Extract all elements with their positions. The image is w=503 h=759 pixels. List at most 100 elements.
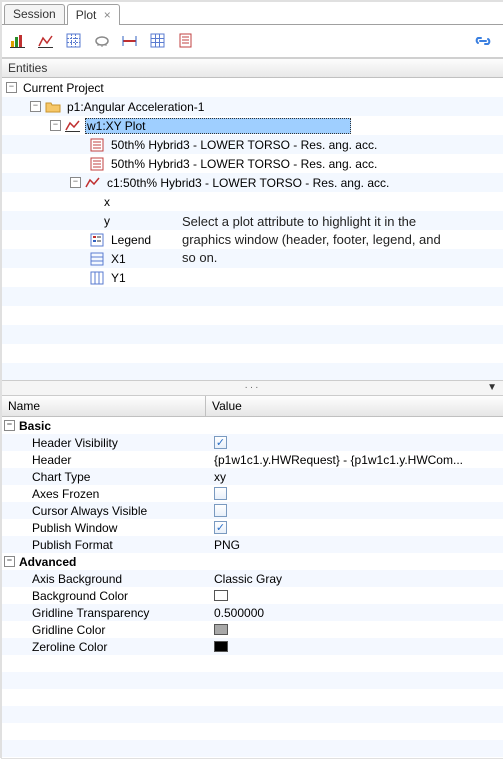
linechart-icon-button[interactable]: [34, 29, 58, 53]
expand-icon[interactable]: −: [6, 82, 17, 93]
tree-label: Y1: [109, 271, 128, 285]
ellipse-icon: [94, 33, 110, 49]
ellipse-icon-button[interactable]: [90, 29, 114, 53]
tree-label: 50th% Hybrid3 - LOWER TORSO - Res. ang. …: [109, 138, 379, 152]
prop-label: Gridline Transparency: [32, 606, 149, 620]
tab-session[interactable]: Session: [4, 4, 65, 24]
prop-axes-frozen[interactable]: Axes Frozen: [2, 485, 503, 502]
prop-header[interactable]: Header {p1w1c1.y.HWRequest} - {p1w1c1.y.…: [2, 451, 503, 468]
tree-item-root[interactable]: − Current Project: [2, 78, 503, 97]
group-label: Advanced: [19, 555, 76, 569]
tab-session-label: Session: [13, 7, 56, 21]
tree-label: X1: [109, 252, 128, 266]
checkbox[interactable]: ✓: [214, 521, 227, 534]
prop-label: Zeroline Color: [32, 640, 107, 654]
collapse-icon[interactable]: −: [4, 556, 15, 567]
prop-label: Publish Window: [32, 521, 117, 535]
axis-icon: [89, 271, 105, 285]
hint-text: Select a plot attribute to highlight it …: [182, 213, 452, 267]
tree-label: Legend: [109, 233, 153, 247]
tree-item-w1[interactable]: − w1:XY Plot: [2, 116, 503, 135]
expand-icon[interactable]: −: [50, 120, 61, 131]
tree-label: p1:Angular Acceleration-1: [65, 100, 206, 114]
datasheet-icon: [89, 138, 105, 152]
prop-label: Header: [32, 453, 71, 467]
tree-label: x: [102, 195, 112, 209]
prop-value: 0.500000: [214, 606, 264, 620]
page-icon-button[interactable]: [174, 29, 198, 53]
grid-dash-icon-button[interactable]: [62, 29, 86, 53]
entities-header: Entities: [2, 58, 503, 78]
link-icon-button[interactable]: [471, 29, 495, 53]
prop-label: Gridline Color: [32, 623, 105, 637]
folder-icon: [45, 100, 61, 114]
prop-axis-background[interactable]: Axis Background Classic Gray: [2, 570, 503, 587]
prop-header-visibility[interactable]: Header Visibility ✓: [2, 434, 503, 451]
prop-value: {p1w1c1.y.HWRequest} - {p1w1c1.y.HWCom..…: [214, 453, 463, 467]
tree-item-x[interactable]: x: [2, 192, 503, 211]
linechart-icon: [85, 176, 101, 190]
prop-group-advanced[interactable]: − Advanced: [2, 553, 503, 570]
tree-item-curve[interactable]: 50th% Hybrid3 - LOWER TORSO - Res. ang. …: [2, 135, 503, 154]
prop-body: − Basic Header Visibility ✓ Header {p1w1…: [2, 417, 503, 757]
prop-gridline-color[interactable]: Gridline Color: [2, 621, 503, 638]
tree-item-curve[interactable]: 50th% Hybrid3 - LOWER TORSO - Res. ang. …: [2, 154, 503, 173]
legend-icon: [89, 233, 105, 247]
expand-icon[interactable]: −: [70, 177, 81, 188]
checkbox[interactable]: [214, 487, 227, 500]
prop-value: Classic Gray: [214, 572, 282, 586]
tab-bar: Session Plot ×: [2, 2, 503, 24]
axis-icon-button[interactable]: [118, 29, 142, 53]
barchart-icon-button[interactable]: [6, 29, 30, 53]
collapse-icon[interactable]: −: [4, 420, 15, 431]
expand-icon[interactable]: −: [30, 101, 41, 112]
prop-zeroline-color[interactable]: Zeroline Color: [2, 638, 503, 655]
tab-plot[interactable]: Plot ×: [67, 4, 120, 25]
prop-header: Name Value: [2, 396, 503, 417]
close-icon[interactable]: ×: [104, 8, 111, 22]
prop-label: Header Visibility: [32, 436, 118, 450]
checkbox[interactable]: ✓: [214, 436, 227, 449]
tree-item-c1[interactable]: − c1:50th% Hybrid3 - LOWER TORSO - Res. …: [2, 173, 503, 192]
chevron-down-icon[interactable]: ▼: [487, 382, 497, 393]
prop-gridline-transparency[interactable]: Gridline Transparency 0.500000: [2, 604, 503, 621]
splitter[interactable]: ··· ▼: [2, 380, 503, 396]
prop-label: Axis Background: [32, 572, 122, 586]
datasheet-icon: [89, 157, 105, 171]
linechart-icon: [38, 33, 54, 49]
tree-label: w1:XY Plot: [85, 118, 351, 134]
prop-publish-window[interactable]: Publish Window ✓: [2, 519, 503, 536]
prop-publish-format[interactable]: Publish Format PNG: [2, 536, 503, 553]
tree-label: Current Project: [21, 81, 106, 95]
page-icon: [178, 33, 194, 49]
color-swatch[interactable]: [214, 641, 228, 652]
color-swatch[interactable]: [214, 590, 228, 601]
axis-icon: [122, 33, 138, 49]
prop-label: Axes Frozen: [32, 487, 99, 501]
grid-icon: [150, 33, 166, 49]
grid-icon-button[interactable]: [146, 29, 170, 53]
prop-chart-type[interactable]: Chart Type xy: [2, 468, 503, 485]
color-swatch[interactable]: [214, 624, 228, 635]
tree-item-axis-y[interactable]: Y1: [2, 268, 503, 287]
prop-value: PNG: [214, 538, 240, 552]
tree-label: y: [102, 214, 112, 228]
link-icon: [474, 32, 492, 50]
prop-value: xy: [214, 470, 226, 484]
checkbox[interactable]: [214, 504, 227, 517]
prop-background-color[interactable]: Background Color: [2, 587, 503, 604]
grid-dash-icon: [66, 33, 82, 49]
tree-label: c1:50th% Hybrid3 - LOWER TORSO - Res. an…: [105, 176, 391, 190]
prop-label: Background Color: [32, 589, 128, 603]
tree-item-project[interactable]: − p1:Angular Acceleration-1: [2, 97, 503, 116]
tree-label: 50th% Hybrid3 - LOWER TORSO - Res. ang. …: [109, 157, 379, 171]
prop-group-basic[interactable]: − Basic: [2, 417, 503, 434]
toolbar: [2, 25, 503, 58]
prop-label: Chart Type: [32, 470, 90, 484]
entities-label: Entities: [8, 61, 47, 75]
col-name[interactable]: Name: [2, 396, 206, 416]
prop-cursor-always-visible[interactable]: Cursor Always Visible: [2, 502, 503, 519]
tab-plot-label: Plot: [76, 8, 97, 22]
axis-icon: [89, 252, 105, 266]
col-value[interactable]: Value: [206, 396, 503, 416]
